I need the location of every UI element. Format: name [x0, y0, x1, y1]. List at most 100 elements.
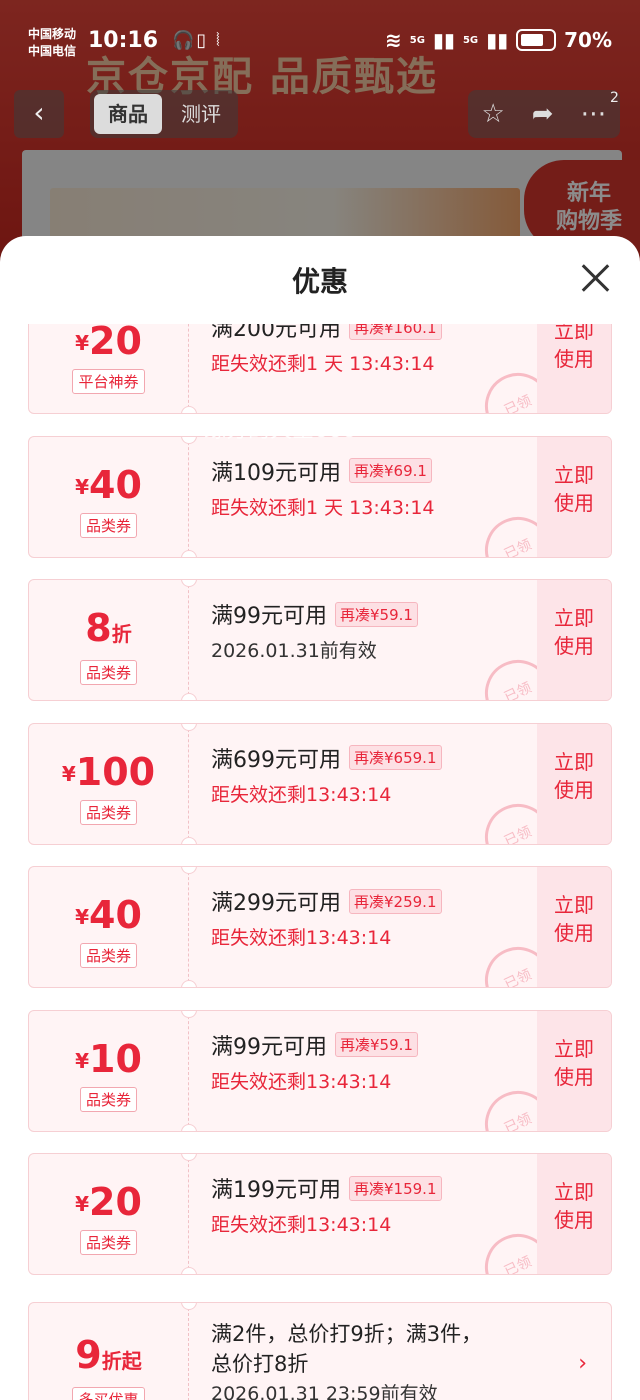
coupon-expiry: 距失效还剩13:43:14: [211, 783, 392, 806]
extra-needed-badge: 再凑¥159.1: [349, 1175, 442, 1201]
coupon-card[interactable]: ¥10 品类券 满99元可用 再凑¥59.1 距失效还剩13:43:14 已领 立即 使用: [28, 1009, 612, 1132]
use-now-label-2: 使用: [554, 490, 594, 515]
battery-level: 70%: [564, 28, 612, 52]
coupon-info: 满99元可用 再凑¥59.1 距失效还剩13:43:14: [211, 1029, 551, 1094]
use-now-label-1: 立即: [554, 606, 594, 630]
watermark: 缘分的天空666: [204, 418, 356, 443]
coupon-info: 满199元可用 再凑¥159.1 距失效还剩13:43:14: [211, 1172, 551, 1237]
signal-icon-1: ▮▮: [432, 28, 455, 52]
coupon-value: ¥10 品类券: [29, 1010, 189, 1131]
coupon-card[interactable]: ¥40 品类券 满109元可用 再凑¥69.1 距失效还剩1 天 13:43:14 已领立…: [28, 435, 612, 558]
back-button[interactable]: ‹: [14, 90, 64, 138]
coupon-condition: 满99元可用 再凑¥59.1: [211, 598, 551, 630]
ticket-notch: [181, 1123, 197, 1131]
use-now-button[interactable]: 立即 使用: [537, 436, 611, 557]
use-now-label-1: 立即: [554, 1036, 594, 1061]
more-icon[interactable]: ⋯: [580, 99, 606, 129]
carrier-info: 中国移动 中国电信: [28, 26, 76, 60]
use-now-label-1: 立即: [554, 462, 594, 487]
use-now-label-2: 使用: [554, 777, 594, 802]
coupon-info: 满109元可用 再凑¥69.1 距失效还剩1 天 13:43:14: [211, 455, 551, 520]
star-icon[interactable]: ☆: [481, 99, 504, 129]
coupon-info: 满299元可用 再凑¥259.1 距失效还剩13:43:14: [211, 885, 551, 950]
coupon-amount: ¥10: [29, 1037, 188, 1083]
amount-suffix: 折: [111, 622, 132, 646]
currency-symbol: ¥: [75, 1048, 90, 1073]
use-now-button[interactable]: 立即 使用: [537, 867, 611, 987]
multi-buy-line-1: 满2件，总价打9折；满3件，: [211, 1321, 483, 1346]
condition-text: 满99元可用: [211, 1034, 327, 1060]
extra-needed-badge: 再凑¥59.1: [335, 601, 418, 627]
tab-product[interactable]: 商品: [94, 94, 162, 134]
use-now-button[interactable]: 立即 使用: [537, 580, 611, 700]
coupon-expiry: 距失效还剩1 天 13:43:14: [211, 496, 435, 519]
extra-needed-badge: 再凑¥259.1: [349, 888, 442, 914]
use-now-button[interactable]: 立即 使用: [537, 324, 611, 413]
amount-number: 20: [89, 1180, 142, 1224]
coupon-card[interactable]: 8折 品类券 满99元可用 再凑¥59.1 2026.01.31前有效 已领 立即 使用: [28, 579, 612, 701]
use-now-button[interactable]: 立即 使用: [537, 723, 611, 844]
coupon-value: ¥40 品类券: [29, 436, 189, 557]
tab-review[interactable]: 测评: [170, 94, 232, 134]
amount-number: 40: [89, 893, 142, 937]
coupon-expiry: 距失效还剩13:43:14: [211, 1214, 392, 1236]
coupon-card[interactable]: ¥40 品类券 满299元可用 再凑¥259.1 距失效还剩13:43:14 已领 立即 使用: [28, 866, 612, 988]
extra-needed-badge: 再凑¥69.1: [349, 458, 432, 483]
coupon-type-badge: 平台神券: [72, 369, 145, 394]
coupon-sheet: 优惠 ¥20 平台神券 满200元可用 再凑¥160.1 距失效还剩1 天 13:43:…: [0, 236, 640, 1400]
coupon-type-badge: 品类券: [79, 799, 137, 825]
condition-text: 满299元可用: [211, 891, 341, 916]
message-count: 2: [610, 90, 619, 106]
use-now-label-1: 立即: [554, 749, 594, 774]
use-now-label-1: 立即: [554, 324, 594, 343]
coupon-card[interactable]: ¥20 平台神券 满200元可用 再凑¥160.1 距失效还剩1 天 13:43:14 已…: [28, 324, 612, 414]
clock: 10:16: [88, 28, 159, 53]
currency-symbol: ¥: [75, 905, 90, 929]
condition-text: 满99元可用: [211, 604, 327, 629]
ticket-notch: [181, 693, 197, 700]
coupon-expiry: 2026.01.31前有效: [211, 640, 377, 662]
use-now-label-2: 使用: [554, 1208, 594, 1232]
net1-label: 5G: [409, 34, 425, 46]
ticket-notch: [181, 836, 197, 844]
status-bar: 中国移动 中国电信 10:16 🎧▯ ⦚ ≋ 5G ▮▮ 5G ▮▮ 70%: [0, 22, 640, 66]
coupon-list[interactable]: ¥20 平台神券 满200元可用 再凑¥160.1 距失效还剩1 天 13:43:14 已…: [0, 324, 640, 1400]
coupon-condition: 满699元可用 再凑¥659.1: [211, 742, 551, 774]
coupon-value: ¥20 品类券: [29, 1154, 189, 1274]
coupon-amount: ¥100: [29, 750, 188, 796]
coupon-info: 满200元可用 再凑¥160.1 距失效还剩1 天 13:43:14: [211, 324, 551, 376]
use-now-button[interactable]: 立即 使用: [537, 1010, 611, 1131]
coupon-amount: ¥20: [29, 1180, 188, 1226]
ticket-notch: [181, 1010, 197, 1018]
net2-label: 5G: [462, 34, 479, 46]
condition-text: 满200元可用: [211, 324, 341, 342]
carrier-2: 中国电信: [28, 44, 77, 58]
coupon-card[interactable]: ¥20 品类券 满199元可用 再凑¥159.1 距失效还剩13:43:14 已领 立即 使用: [28, 1153, 612, 1275]
coupon-value: ¥20 平台神券: [29, 324, 189, 413]
coupon-card[interactable]: ¥100 品类券 满699元可用 再凑¥659.1 距失效还剩13:43:14 已领 立即使…: [28, 722, 612, 845]
carrier-1: 中国移动: [28, 27, 77, 41]
coupon-value: ¥100 品类券: [29, 723, 189, 844]
multi-buy-line-2: 总价打8折: [211, 1351, 309, 1376]
share-icon[interactable]: ➦: [532, 99, 554, 129]
coupon-type-badge: 品类券: [79, 660, 137, 685]
coupon-info: 满699元可用 再凑¥659.1 距失效还剩13:43:14: [211, 742, 551, 807]
use-now-label-2: 使用: [554, 1064, 594, 1089]
chevron-right-icon[interactable]: ›: [578, 1351, 587, 1376]
currency-symbol: ¥: [75, 331, 90, 355]
coupon-type-badge: 品类券: [79, 943, 137, 968]
ticket-notch: [181, 1267, 197, 1274]
coupon-expiry: 距失效还剩1 天 13:43:14: [211, 353, 435, 375]
coupon-type-badge: 品类券: [79, 1086, 137, 1112]
amount-number: 100: [75, 749, 156, 794]
use-now-button[interactable]: 立即 使用: [537, 1154, 611, 1274]
extra-needed-badge: 再凑¥659.1: [349, 745, 442, 770]
amount-number: 40: [89, 462, 142, 507]
coupon-amount: 8折: [29, 606, 188, 656]
coupon-condition: 满99元可用 再凑¥59.1: [211, 1029, 551, 1061]
use-now-label-2: 使用: [554, 921, 594, 945]
multi-buy-card[interactable]: 9折起 多买优惠 满2件，总价打9折；满3件， 总价打8折 2026.01.31 23:…: [28, 1301, 612, 1400]
amount-number: 10: [89, 1036, 142, 1081]
close-icon[interactable]: [576, 258, 616, 298]
status-right: ≋ 5G ▮▮ 5G ▮▮ 70%: [385, 28, 612, 52]
